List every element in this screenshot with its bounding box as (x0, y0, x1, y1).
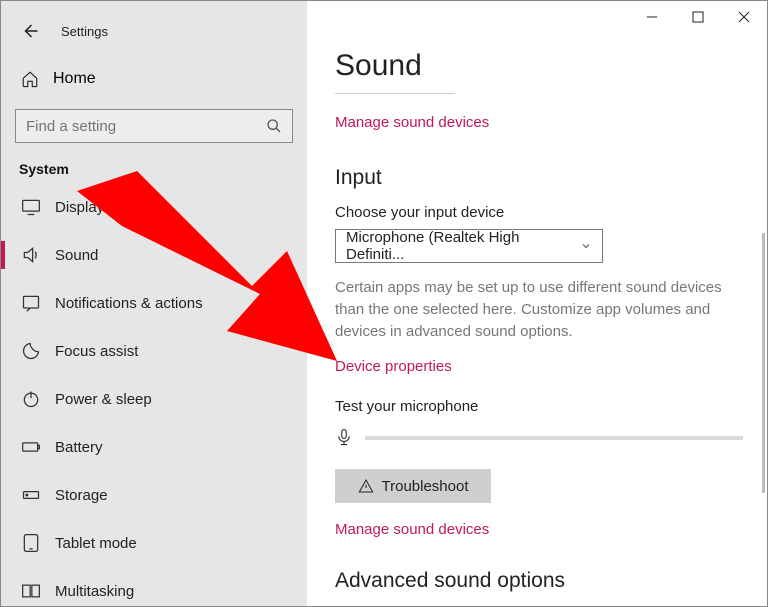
nav-label: Sound (55, 247, 98, 264)
power-icon (21, 389, 41, 409)
settings-label: Settings (61, 24, 108, 39)
sidebar-item-sound[interactable]: Sound (1, 231, 307, 279)
chevron-down-icon (580, 240, 592, 252)
battery-icon (21, 437, 41, 457)
search-input[interactable] (26, 118, 266, 135)
input-hint-text: Certain apps may be set up to use differ… (335, 277, 743, 342)
back-icon[interactable] (21, 22, 39, 40)
microphone-icon (335, 425, 355, 451)
sidebar-item-multitasking[interactable]: Multitasking (1, 567, 307, 607)
sidebar-item-home[interactable]: Home (1, 61, 307, 97)
search-box[interactable] (15, 109, 293, 143)
multitasking-icon (21, 581, 41, 601)
nav-label: Focus assist (55, 343, 138, 360)
sidebar-item-tablet-mode[interactable]: Tablet mode (1, 519, 307, 567)
nav-label: Multitasking (55, 583, 134, 600)
manage-sound-devices-link-2[interactable]: Manage sound devices (335, 521, 489, 538)
warning-icon (358, 478, 374, 494)
sidebar-item-power-sleep[interactable]: Power & sleep (1, 375, 307, 423)
close-button[interactable] (721, 1, 767, 33)
sidebar-item-display[interactable]: Display (1, 183, 307, 231)
sidebar-item-storage[interactable]: Storage (1, 471, 307, 519)
home-icon (21, 70, 39, 88)
input-section-heading: Input (335, 166, 743, 190)
sound-icon (21, 245, 41, 265)
settings-window: Settings Home System Display Sound (0, 0, 768, 607)
notifications-icon (21, 293, 41, 313)
sidebar-group-label: System (19, 161, 307, 177)
focus-assist-icon (21, 341, 41, 361)
window-controls (629, 1, 767, 33)
manage-sound-devices-link[interactable]: Manage sound devices (335, 114, 489, 131)
mic-level-row (335, 425, 743, 451)
nav-label: Notifications & actions (55, 295, 203, 312)
nav-label: Battery (55, 439, 103, 456)
display-icon (21, 197, 41, 217)
home-label: Home (53, 70, 96, 88)
device-properties-link[interactable]: Device properties (335, 358, 452, 375)
tablet-icon (21, 533, 41, 553)
input-device-dropdown[interactable]: Microphone (Realtek High Definiti... (335, 229, 603, 263)
content-pane: Sound Manage sound devices Input Choose … (307, 1, 767, 606)
minimize-button[interactable] (629, 1, 675, 33)
nav-list: Display Sound Notifications & actions Fo… (1, 183, 307, 607)
scrollbar[interactable] (762, 233, 765, 493)
sidebar-item-notifications[interactable]: Notifications & actions (1, 279, 307, 327)
maximize-button[interactable] (675, 1, 721, 33)
advanced-section-heading: Advanced sound options (335, 569, 743, 593)
nav-label: Display (55, 199, 104, 216)
nav-label: Tablet mode (55, 535, 137, 552)
test-mic-label: Test your microphone (335, 398, 743, 415)
sidebar-item-focus-assist[interactable]: Focus assist (1, 327, 307, 375)
nav-label: Storage (55, 487, 108, 504)
title-underline (335, 93, 455, 94)
nav-label: Power & sleep (55, 391, 152, 408)
troubleshoot-button[interactable]: Troubleshoot (335, 469, 491, 503)
mic-level-bar (365, 436, 743, 440)
storage-icon (21, 485, 41, 505)
choose-input-label: Choose your input device (335, 204, 743, 221)
back-row: Settings (1, 13, 307, 49)
dropdown-value: Microphone (Realtek High Definiti... (346, 229, 580, 263)
page-title: Sound (335, 49, 743, 83)
sidebar-item-battery[interactable]: Battery (1, 423, 307, 471)
sidebar: Settings Home System Display Sound (1, 1, 307, 606)
search-icon (266, 118, 282, 134)
troubleshoot-label: Troubleshoot (382, 478, 469, 495)
